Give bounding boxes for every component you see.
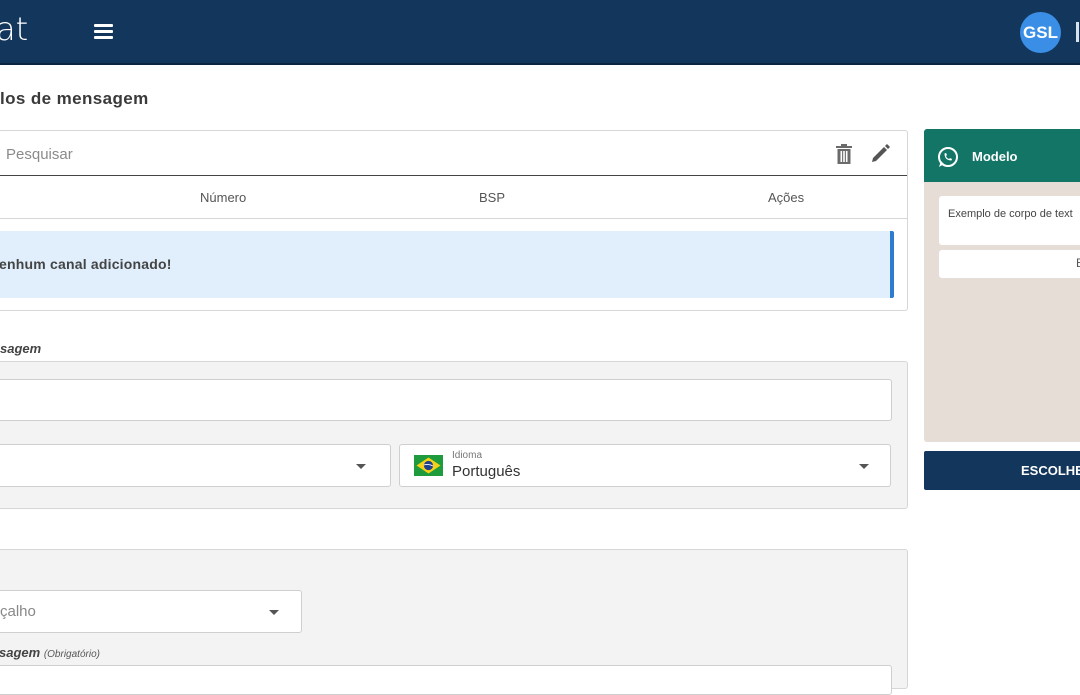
header-type-select[interactable]: çalho [0,590,302,633]
language-label: Idioma [452,450,483,461]
channels-card: Número BSP Ações enhum canal adicionado! [0,130,908,311]
preview-title: Modelo [972,149,1018,164]
search-row [0,131,907,176]
brand-logo: at [0,10,29,48]
hamburger-menu-icon[interactable] [94,24,113,39]
page-title: los de mensagem [0,89,149,108]
content-panel: çalho sagem (Obrigatório) [0,549,908,695]
body-section-label: sagem (Obrigatório) [0,645,100,660]
column-header-numero[interactable]: Número [200,190,246,205]
whatsapp-icon [938,147,958,167]
pencil-icon[interactable] [871,143,891,163]
preview-header: Modelo [924,129,1080,182]
chevron-down-icon [269,610,279,615]
category-select[interactable] [0,444,391,487]
body-text-input[interactable] [0,665,892,695]
message-button-text: E [1076,256,1080,270]
chevron-down-icon [356,464,366,469]
message-section-label: sagem [0,341,42,356]
message-bubble: Exemplo de corpo de text [939,196,1080,245]
choose-template-button[interactable]: ESCOLHE [924,451,1080,490]
language-select[interactable]: Idioma Português [399,444,891,487]
template-name-input[interactable] [0,379,892,421]
column-header-bsp[interactable]: BSP [479,190,505,205]
brazil-flag-icon [414,455,443,476]
message-body-text: Exemplo de corpo de text [948,208,1073,220]
template-preview: Modelo Exemplo de corpo de text E [924,129,1080,442]
language-value: Português [452,463,521,480]
header-edge-divider [1076,22,1079,42]
header-type-value: çalho [0,603,36,620]
message-button-preview: E [939,250,1080,278]
empty-channels-message: enhum canal adicionado! [0,256,172,272]
empty-channels-alert: enhum canal adicionado! [0,231,894,298]
required-hint: (Obrigatório) [43,649,100,660]
chevron-down-icon [859,464,869,469]
search-input[interactable] [4,141,608,167]
trash-icon[interactable] [835,144,853,164]
user-avatar[interactable]: GSL [1020,12,1061,53]
top-bar: at GSL [0,0,1080,65]
message-settings-panel: Idioma Português [0,361,908,509]
table-header: Número BSP Ações [0,176,907,219]
column-header-acoes: Ações [768,190,805,205]
